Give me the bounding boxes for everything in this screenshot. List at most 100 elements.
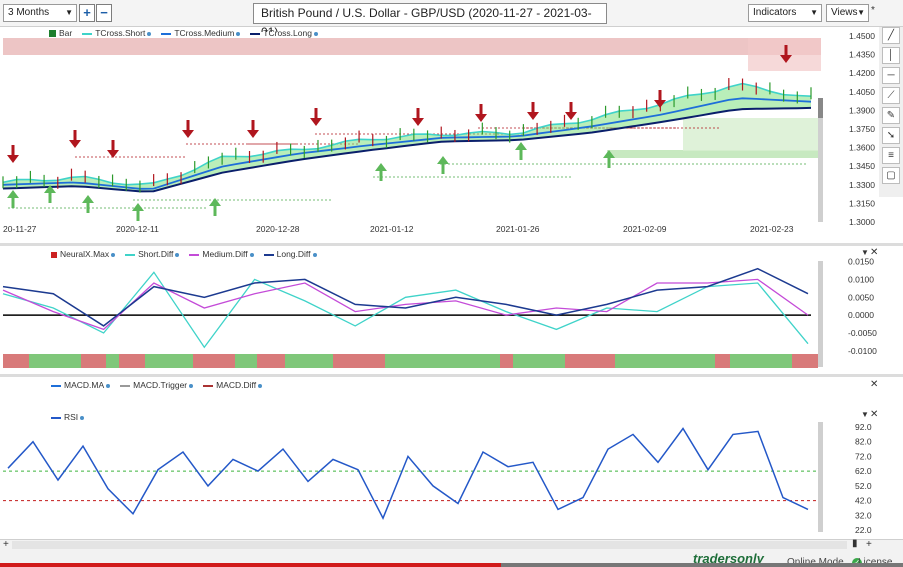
pencil-icon[interactable]: ✎ [882, 107, 900, 124]
scroll-right-icon[interactable]: + [866, 539, 872, 550]
chevron-down-icon: ▼ [810, 8, 818, 17]
y-tick-label: 52.0 [855, 481, 872, 491]
y-tick-label: 82.0 [855, 437, 872, 447]
price-legend: Bar TCross.Short TCross.Medium TCross.Lo… [49, 28, 318, 38]
rsi-chart[interactable]: 92.0 82.0 72.0 62.0 52.0 42.0 32.0 22.0 [3, 377, 879, 539]
y-tick-label: 1.4050 [849, 87, 875, 97]
period-value: 3 Months [8, 7, 50, 18]
neuralx-state-segment [257, 354, 285, 368]
rsi-legend: RSI [51, 412, 85, 422]
neuralx-state-segment [565, 354, 615, 368]
neuralx-panel: 0.0150 0.0100 0.0050 0.0000 -0.0050 -0.0100 N… [2, 246, 879, 374]
legend-rsi: RSI [51, 412, 85, 422]
indicators-label: Indicators [753, 7, 797, 18]
scroll-handle-icon[interactable]: ▮ [852, 538, 858, 549]
oscillator-panel: 92.0 82.0 72.0 62.0 52.0 42.0 32.0 22.0 MACD.MA… [3, 377, 879, 539]
legend-tcross-long: TCross.Long [250, 28, 318, 38]
x-tick-label: 2021-01-26 [496, 224, 540, 234]
vertical-line-icon[interactable]: │ [882, 47, 900, 64]
collapse-icon[interactable]: ▼ [861, 410, 869, 419]
line-tool-icon[interactable]: ╱ [882, 27, 900, 44]
neuralx-state-segment [193, 354, 235, 368]
y-tick-label: 42.0 [855, 496, 872, 506]
zoom-out-button[interactable]: − [96, 4, 112, 22]
neuralx-state-segment [106, 354, 119, 368]
chevron-down-icon: ▼ [65, 8, 73, 17]
drawing-toolbar: ╱ │ ─ ⟋ ✎ ➘ ≡ ▢ [879, 27, 903, 197]
neuralx-state-segment [385, 354, 500, 368]
neuralx-state-segment [500, 354, 513, 368]
comment-icon[interactable]: ▢ [882, 167, 900, 184]
neuralx-scroll-track [818, 261, 823, 367]
y-tick-label: 62.0 [855, 466, 872, 476]
period-dropdown[interactable]: 3 Months ▼ [3, 4, 77, 22]
ray-tool-icon[interactable]: ⟋ [882, 87, 900, 104]
rsi-line [7, 427, 809, 520]
close-icon[interactable]: ✕ [870, 409, 878, 420]
arrow-tool-icon[interactable]: ➘ [882, 127, 900, 144]
progress-fill [0, 563, 502, 567]
video-progress[interactable] [0, 563, 903, 567]
neuralx-state-segment [792, 354, 818, 368]
neuralx-state-segment [29, 354, 81, 368]
y-tick-label: 1.4350 [849, 50, 875, 60]
y-tick-label: -0.0050 [848, 328, 877, 338]
price-scroll-track [818, 118, 823, 222]
close-icon[interactable]: ✕ [870, 247, 878, 258]
price-chart[interactable]: 1.4500 1.4350 1.4200 1.4050 1.3900 1.3750 1.36… [2, 31, 879, 244]
neuralx-state-segment [145, 354, 193, 368]
collapse-icon[interactable]: ▼ [861, 248, 869, 257]
y-tick-label: 0.0100 [848, 274, 874, 284]
neuralx-state-segment [347, 354, 385, 368]
price-panel: 1.4500 1.4350 1.4200 1.4050 1.3900 1.3750 1.36… [2, 28, 879, 244]
medium-diff-line [2, 278, 809, 331]
macd-legend: MACD.MA MACD.Trigger MACD.Diff [51, 380, 263, 390]
legend-neuralx-max: NeuralX.Max [51, 249, 116, 259]
y-tick-label: 0.0000 [848, 310, 874, 320]
neuralx-chart[interactable]: 0.0150 0.0100 0.0050 0.0000 -0.0050 -0.0100 [2, 246, 879, 374]
y-tick-label: 72.0 [855, 451, 872, 461]
rsi-scroll-track [818, 422, 823, 532]
neuralx-state-segment [730, 354, 792, 368]
y-tick-label: 1.3150 [849, 198, 875, 208]
x-tick-label: 2021-02-23 [750, 224, 794, 234]
legend-macd-trigger: MACD.Trigger [120, 380, 194, 390]
views-dropdown[interactable]: Views ▼ [826, 4, 869, 22]
support-zone-box [683, 118, 821, 151]
price-scroll-handle [818, 98, 823, 118]
neuralx-state-segment [513, 354, 565, 368]
fib-tool-icon[interactable]: ≡ [882, 147, 900, 164]
y-tick-label: 22.0 [855, 525, 872, 535]
resistance-zone [3, 38, 821, 55]
scroll-left-icon[interactable]: + [3, 539, 9, 550]
zoom-in-button[interactable]: + [79, 4, 95, 22]
neuralx-state-segment [81, 354, 106, 368]
views-label: Views [831, 7, 858, 18]
y-tick-label: 32.0 [855, 510, 872, 520]
neuralx-state-segment [285, 354, 333, 368]
neuralx-legend: NeuralX.Max Short.Diff Medium.Diff Long.… [51, 249, 317, 259]
x-tick-label: 20-11-27 [3, 224, 37, 234]
y-tick-label: 0.0050 [848, 292, 874, 302]
x-tick-label: 2020-12-11 [116, 224, 159, 234]
neuralx-state-segment [235, 354, 257, 368]
horizontal-line-icon[interactable]: ─ [882, 67, 900, 84]
x-tick-label: 2021-01-12 [370, 224, 414, 234]
y-tick-label: 1.3750 [849, 124, 875, 134]
x-tick-label: 2021-02-09 [623, 224, 667, 234]
y-tick-label: 1.3600 [849, 143, 875, 153]
y-tick-label: 1.3450 [849, 161, 875, 171]
legend-macd-ma: MACD.MA [51, 380, 111, 390]
indicators-dropdown[interactable]: Indicators ▼ [748, 4, 822, 22]
legend-medium-diff: Medium.Diff [189, 249, 254, 259]
y-tick-label: 1.4500 [849, 31, 875, 41]
chart-title: British Pound / U.S. Dollar - GBP/USD (2… [253, 3, 607, 39]
x-tick-label: 2020-12-28 [256, 224, 300, 234]
horizontal-scrollbar[interactable] [12, 541, 847, 549]
y-tick-label: 1.4200 [849, 68, 875, 78]
legend-tcross-medium: TCross.Medium [161, 28, 241, 38]
close-icon[interactable]: ✕ [870, 379, 878, 390]
chevron-down-icon: ▼ [857, 8, 865, 17]
y-tick-label: 1.3900 [849, 105, 875, 115]
y-tick-label: 1.3300 [849, 180, 875, 190]
